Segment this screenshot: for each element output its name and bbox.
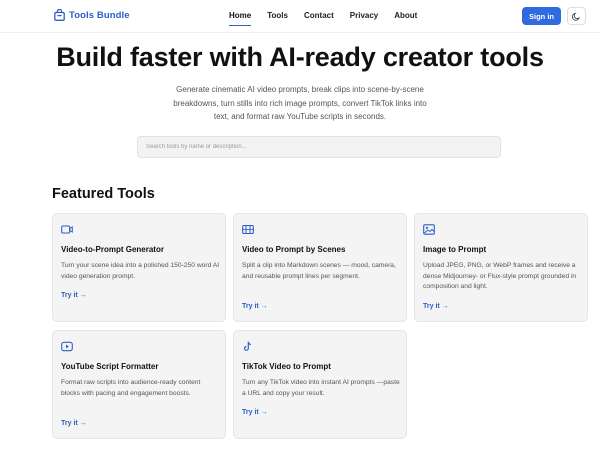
bag-icon: [54, 9, 65, 21]
play-icon: [61, 341, 73, 352]
card-title: Video-to-Prompt Generator: [61, 245, 164, 254]
nav-link-tools[interactable]: Tools: [267, 11, 288, 20]
nav-link-about[interactable]: About: [394, 11, 417, 20]
nav-links: Home Tools Contact Privacy About: [229, 11, 433, 26]
hero-subtitle: Generate cinematic AI video prompts, bre…: [173, 85, 427, 121]
card-description: Upload JPEG, PNG, or WebP frames and rec…: [423, 262, 577, 290]
image-icon: [423, 224, 435, 235]
try-it-link[interactable]: Try it →: [61, 420, 87, 427]
try-it-link[interactable]: Try it →: [423, 303, 449, 310]
card-description: Format raw scripts into audience-ready c…: [61, 379, 201, 397]
try-it-link[interactable]: Try it →: [61, 292, 87, 299]
film-strip-icon: [242, 224, 254, 235]
sign-in-button[interactable]: Sign in: [522, 7, 561, 25]
nav-link-contact[interactable]: Contact: [304, 11, 334, 20]
section-title: Featured Tools: [52, 186, 155, 202]
brand-logo[interactable]: Tools Bundle: [54, 9, 130, 21]
tiktok-icon: [243, 341, 252, 351]
tool-card-tiktok-to-prompt[interactable]: TikTok Video to Prompt Turn any TikTok v…: [233, 330, 407, 439]
search-input[interactable]: [137, 136, 501, 158]
top-nav: Tools Bundle Home Tools Contact Privacy …: [0, 0, 600, 33]
hero-title: Build faster with AI-ready creator tools: [56, 42, 544, 72]
card-description: Split a clip into Markdown scenes — mood…: [242, 262, 396, 280]
try-it-link[interactable]: Try it →: [242, 303, 268, 310]
card-description: Turn any TikTok video into instant AI pr…: [242, 379, 400, 397]
moon-icon: [572, 12, 580, 21]
nav-link-privacy[interactable]: Privacy: [350, 11, 378, 20]
card-title: TikTok Video to Prompt: [242, 362, 331, 371]
card-title: YouTube Script Formatter: [61, 362, 159, 371]
try-it-link[interactable]: Try it →: [242, 409, 268, 416]
tool-card-video-by-scenes[interactable]: Video to Prompt by Scenes Split a clip i…: [233, 213, 407, 322]
video-camera-icon: [61, 225, 73, 234]
brand-name: Tools Bundle: [69, 9, 130, 21]
tool-card-video-to-prompt[interactable]: Video-to-Prompt Generator Turn your scen…: [52, 213, 226, 322]
card-title: Video to Prompt by Scenes: [242, 245, 346, 254]
tool-card-youtube-formatter[interactable]: YouTube Script Formatter Format raw scri…: [52, 330, 226, 439]
card-description: Turn your scene idea into a polished 150…: [61, 262, 220, 280]
theme-toggle-button[interactable]: [567, 7, 586, 25]
card-title: Image to Prompt: [423, 245, 487, 254]
nav-link-home[interactable]: Home: [229, 11, 252, 26]
tool-card-image-to-prompt[interactable]: Image to Prompt Upload JPEG, PNG, or Web…: [414, 213, 588, 322]
